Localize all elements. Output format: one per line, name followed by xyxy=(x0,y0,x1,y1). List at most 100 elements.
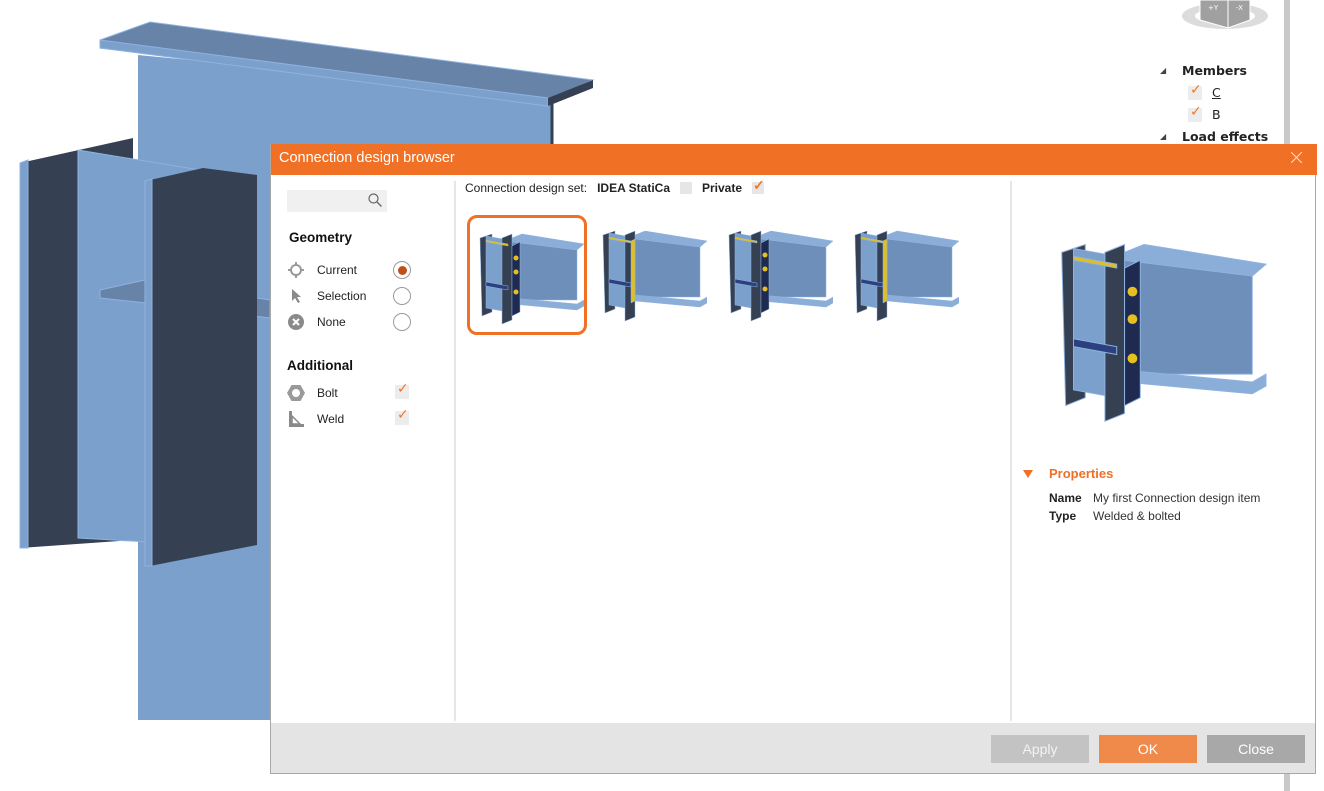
additional-heading: Additional xyxy=(287,358,353,373)
expand-caret-icon[interactable]: ◢ xyxy=(1160,66,1182,75)
viewcube-face-x[interactable]: -X xyxy=(1236,4,1243,12)
geometry-option-current[interactable]: Current xyxy=(287,260,411,280)
dialog-titlebar[interactable]: Connection design browser xyxy=(271,144,1317,175)
design-thumbnail-2[interactable] xyxy=(593,215,713,335)
tree-item-label: B xyxy=(1212,107,1221,122)
weld-line xyxy=(882,238,888,304)
idea-statica-checkbox[interactable] xyxy=(680,182,692,194)
column-front-flange xyxy=(501,233,513,325)
bolt-icon xyxy=(1127,286,1138,297)
details-panel: Properties Name My first Connection desi… xyxy=(1013,175,1315,723)
private-label: Private xyxy=(702,181,743,195)
design-thumbnail-3[interactable] xyxy=(719,215,839,335)
column-front-flange xyxy=(750,230,762,322)
3d-viewport[interactable]: +Y -X ◢ Members C B ◢ Load effects Conne… xyxy=(0,0,1324,791)
tree-item-label: C xyxy=(1212,85,1221,100)
option-label: Selection xyxy=(317,289,367,303)
apply-button[interactable]: Apply xyxy=(991,735,1089,763)
tree-item-checkbox[interactable] xyxy=(1188,104,1202,122)
bolt-nut-icon xyxy=(287,384,305,402)
design-set-label: Connection design set: xyxy=(465,181,588,195)
radio-none[interactable] xyxy=(393,313,411,331)
private-checkbox[interactable] xyxy=(752,177,765,194)
column-front-flange xyxy=(150,168,257,566)
property-key: Name xyxy=(1049,491,1082,505)
connection-thumbnail-image xyxy=(602,230,707,322)
beam-web xyxy=(886,238,953,298)
bolt-icon xyxy=(513,269,519,275)
tree-group-label: Members xyxy=(1182,63,1247,78)
connection-design-browser-dialog: Connection design browser Geometry Curre… xyxy=(270,144,1317,774)
search-input[interactable] xyxy=(287,190,387,212)
close-button[interactable]: Close xyxy=(1207,735,1305,763)
geometry-option-selection[interactable]: Selection xyxy=(287,286,411,306)
beam-web xyxy=(760,238,827,298)
option-label: Current xyxy=(317,263,358,277)
bolt-icon xyxy=(1127,314,1138,325)
beam-web xyxy=(511,241,578,301)
tree-item-c[interactable]: C xyxy=(1188,82,1221,100)
beam-web xyxy=(1124,259,1253,375)
divider xyxy=(454,181,456,721)
end-plate xyxy=(760,238,770,314)
bolt-icon xyxy=(1127,353,1138,364)
property-value: My first Connection design item xyxy=(1093,491,1261,505)
option-label: Bolt xyxy=(317,386,338,400)
connection-thumbnail-image xyxy=(728,230,833,322)
property-row-name: Name My first Connection design item xyxy=(1049,491,1260,505)
connection-thumbnail-image xyxy=(479,233,584,325)
design-gallery: Connection design set: IDEA StatiCa Priv… xyxy=(457,175,1009,723)
ok-button[interactable]: OK xyxy=(1099,735,1197,763)
design-set-bar: Connection design set: IDEA StatiCa Priv… xyxy=(465,177,774,195)
option-label: Weld xyxy=(317,412,345,426)
property-row-type: Type Welded & bolted xyxy=(1049,509,1181,523)
weld-line xyxy=(630,238,636,304)
tree-group-members[interactable]: ◢ Members xyxy=(1160,63,1247,78)
close-icon[interactable] xyxy=(1289,150,1305,166)
property-key: Type xyxy=(1049,509,1077,523)
divider xyxy=(1010,181,1012,721)
expand-caret-icon[interactable]: ◢ xyxy=(1160,132,1182,141)
dialog-title: Connection design browser xyxy=(279,150,455,166)
x-circle-icon xyxy=(287,313,305,331)
design-set-name: IDEA StatiCa xyxy=(597,181,670,195)
property-value: Welded & bolted xyxy=(1093,509,1181,523)
viewcube-face-y[interactable]: +Y xyxy=(1208,4,1219,12)
tree-group-load-effects[interactable]: ◢ Load effects xyxy=(1160,129,1268,144)
additional-option-weld[interactable]: Weld xyxy=(287,407,409,429)
additional-option-bolt[interactable]: Bolt xyxy=(287,381,409,403)
beam-web xyxy=(634,238,701,298)
connection-thumbnail-image xyxy=(854,230,959,322)
bolt-icon xyxy=(513,289,519,295)
column-front-flange xyxy=(1104,243,1126,423)
cursor-arrow-icon xyxy=(287,287,305,305)
radio-current[interactable] xyxy=(393,261,411,279)
design-thumbnail-4[interactable] xyxy=(845,215,965,335)
filter-panel: Geometry Current Selection None Addition… xyxy=(271,175,455,723)
option-label: None xyxy=(317,315,346,329)
design-thumbnail-1[interactable] xyxy=(467,215,587,335)
tree-group-label: Load effects xyxy=(1182,129,1269,144)
end-plate xyxy=(511,241,521,317)
bolt-icon xyxy=(513,255,519,261)
bolt-icon xyxy=(762,286,768,292)
view-cube[interactable]: +Y -X xyxy=(1182,0,1268,29)
crosshair-icon xyxy=(287,261,305,279)
dialog-footer: Apply OK Close xyxy=(271,723,1315,773)
tree-item-b[interactable]: B xyxy=(1188,104,1221,122)
properties-toggle[interactable]: Properties xyxy=(1023,466,1113,481)
expand-caret-icon[interactable] xyxy=(1023,469,1033,478)
tree-item-checkbox[interactable] xyxy=(1188,82,1202,100)
radio-selection[interactable] xyxy=(393,287,411,305)
geometry-heading: Geometry xyxy=(289,230,353,245)
weld-icon xyxy=(287,410,305,428)
search-icon[interactable] xyxy=(368,193,382,207)
bolt-checkbox[interactable] xyxy=(395,381,409,399)
bolt-icon xyxy=(762,252,768,258)
end-plate xyxy=(1124,259,1141,407)
bolt-icon xyxy=(762,266,768,272)
weld-checkbox[interactable] xyxy=(395,407,409,425)
connection-preview-image xyxy=(1061,243,1268,423)
geometry-option-none[interactable]: None xyxy=(287,312,411,332)
properties-heading: Properties xyxy=(1049,466,1114,481)
